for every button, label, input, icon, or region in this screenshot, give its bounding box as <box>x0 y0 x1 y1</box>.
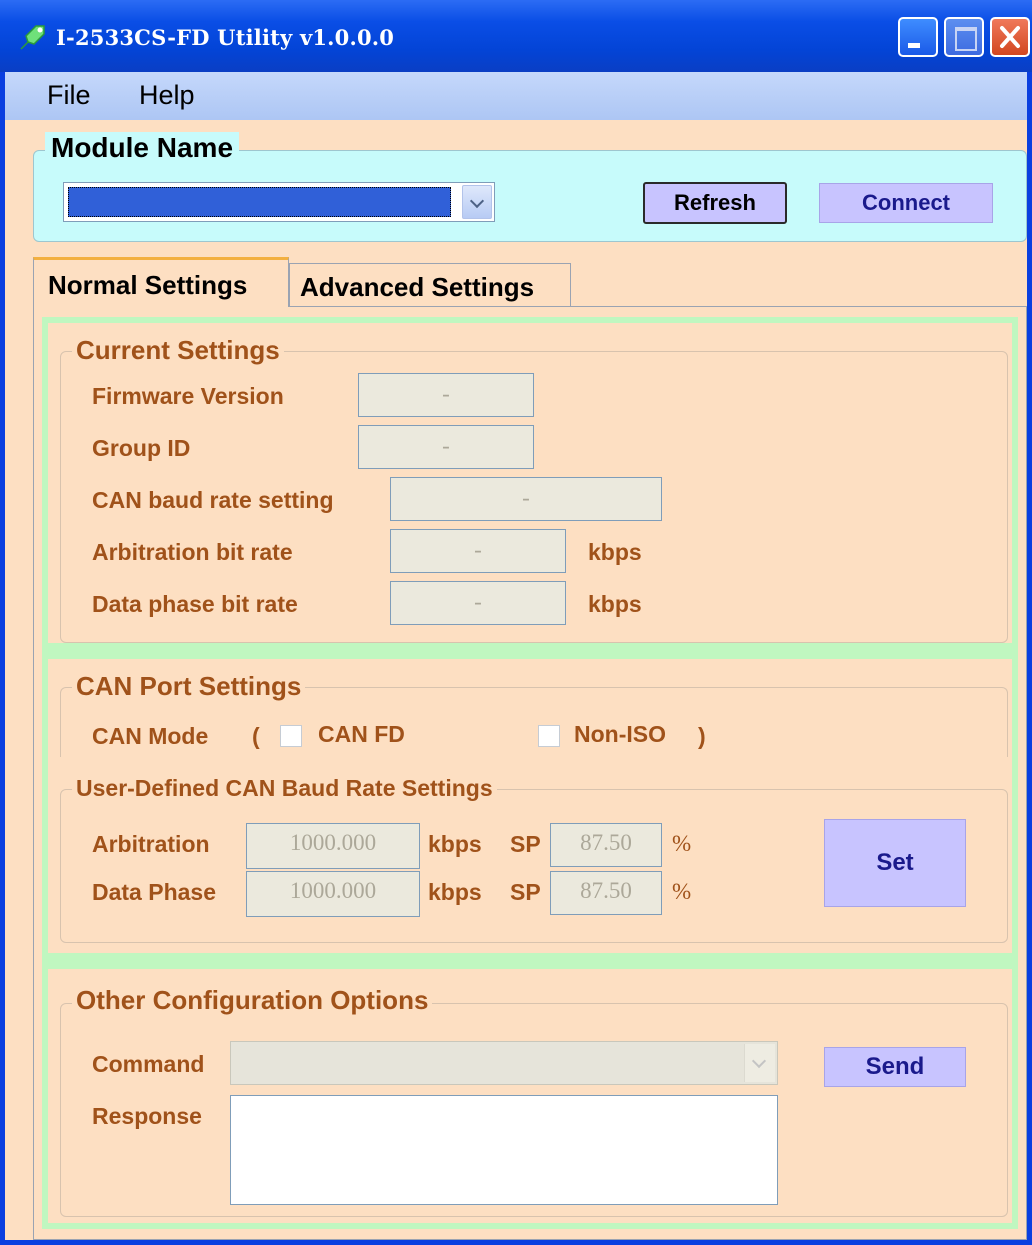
user-baud-rate-legend: User-Defined CAN Baud Rate Settings <box>72 775 497 802</box>
menu-bar: File Help <box>5 72 1027 120</box>
command-select-arrow[interactable] <box>744 1044 775 1082</box>
can-port-settings-legend: CAN Port Settings <box>72 671 306 702</box>
close-button[interactable] <box>990 17 1030 57</box>
can-mode-paren-close: ) <box>698 723 706 749</box>
module-select-arrow[interactable] <box>462 185 492 219</box>
minimize-button[interactable] <box>898 17 938 57</box>
arbitration-bit-rate-unit: kbps <box>588 539 642 565</box>
data-phase-label: Data Phase <box>92 879 217 905</box>
can-fd-checkbox[interactable] <box>280 725 302 747</box>
command-label: Command <box>92 1051 205 1077</box>
window-title: I-2533CS-FD Utility v1.0.0.0 <box>56 25 395 50</box>
command-select[interactable] <box>230 1041 778 1085</box>
firmware-version-label: Firmware Version <box>92 383 284 409</box>
can-baud-rate-setting-field: - <box>390 477 662 521</box>
can-port-settings-box: CAN Port Settings CAN Mode ( CAN FD Non-… <box>48 659 1012 788</box>
tab-panel: Current Settings Firmware Version - Grou… <box>33 306 1027 1240</box>
arbitration-input[interactable]: 1000.000 <box>246 823 420 869</box>
can-baud-rate-setting-label: CAN baud rate setting <box>92 487 334 513</box>
refresh-button[interactable]: Refresh <box>643 182 787 224</box>
response-label: Response <box>92 1103 202 1129</box>
app-icon <box>20 25 45 50</box>
settings-panel: Current Settings Firmware Version - Grou… <box>42 317 1018 1229</box>
can-mode-paren-open: ( <box>252 723 260 749</box>
non-iso-checkbox[interactable] <box>538 725 560 747</box>
module-name-legend: Module Name <box>45 132 240 164</box>
maximize-button[interactable] <box>944 17 984 57</box>
can-mode-label: CAN Mode <box>92 723 209 749</box>
module-select[interactable] <box>63 182 495 222</box>
other-config-box: Other Configuration Options Command Send… <box>48 969 1012 1223</box>
arbitration-percent: % <box>672 831 692 856</box>
arbitration-bit-rate-label: Arbitration bit rate <box>92 539 293 565</box>
non-iso-label: Non-ISO <box>574 721 666 747</box>
maximize-icon <box>955 27 977 51</box>
data-phase-sp-input[interactable]: 87.50 <box>550 871 662 915</box>
data-phase-percent: % <box>672 879 692 904</box>
user-baud-rate-box: User-Defined CAN Baud Rate Settings Arbi… <box>48 757 1012 953</box>
arbitration-unit: kbps <box>428 831 482 857</box>
set-button[interactable]: Set <box>824 819 966 907</box>
module-select-value <box>68 187 451 217</box>
data-phase-bit-rate-label: Data phase bit rate <box>92 591 298 617</box>
arbitration-sp-label: SP <box>510 831 541 857</box>
current-settings-legend: Current Settings <box>72 335 284 366</box>
minimize-icon <box>908 43 920 48</box>
tab-normal-settings[interactable]: Normal Settings <box>33 257 289 307</box>
connect-button[interactable]: Connect <box>819 183 993 223</box>
chevron-down-icon <box>469 193 485 209</box>
group-id-label: Group ID <box>92 435 191 461</box>
response-textarea[interactable] <box>230 1095 778 1205</box>
data-phase-input[interactable]: 1000.000 <box>246 871 420 917</box>
send-button[interactable]: Send <box>824 1047 966 1087</box>
app-window: I-2533CS-FD Utility v1.0.0.0 File Help M… <box>0 0 1032 1245</box>
tab-advanced-settings[interactable]: Advanced Settings <box>289 263 571 307</box>
data-phase-sp-label: SP <box>510 879 541 905</box>
current-settings-box: Current Settings Firmware Version - Grou… <box>48 323 1012 643</box>
close-icon <box>1000 26 1020 48</box>
firmware-version-field: - <box>358 373 534 417</box>
arbitration-label: Arbitration <box>92 831 210 857</box>
arbitration-bit-rate-field: - <box>390 529 566 573</box>
client-area: File Help Module Name Refresh Connect No… <box>5 72 1027 1240</box>
chevron-down-icon <box>751 1053 767 1069</box>
menu-file[interactable]: File <box>47 80 91 111</box>
data-phase-bit-rate-unit: kbps <box>588 591 642 617</box>
title-bar[interactable]: I-2533CS-FD Utility v1.0.0.0 <box>0 0 1032 72</box>
data-phase-bit-rate-field: - <box>390 581 566 625</box>
other-config-legend: Other Configuration Options <box>72 985 433 1016</box>
arbitration-sp-input[interactable]: 87.50 <box>550 823 662 867</box>
data-phase-unit: kbps <box>428 879 482 905</box>
menu-help[interactable]: Help <box>139 80 195 111</box>
can-fd-label: CAN FD <box>318 721 405 747</box>
group-id-field: - <box>358 425 534 469</box>
